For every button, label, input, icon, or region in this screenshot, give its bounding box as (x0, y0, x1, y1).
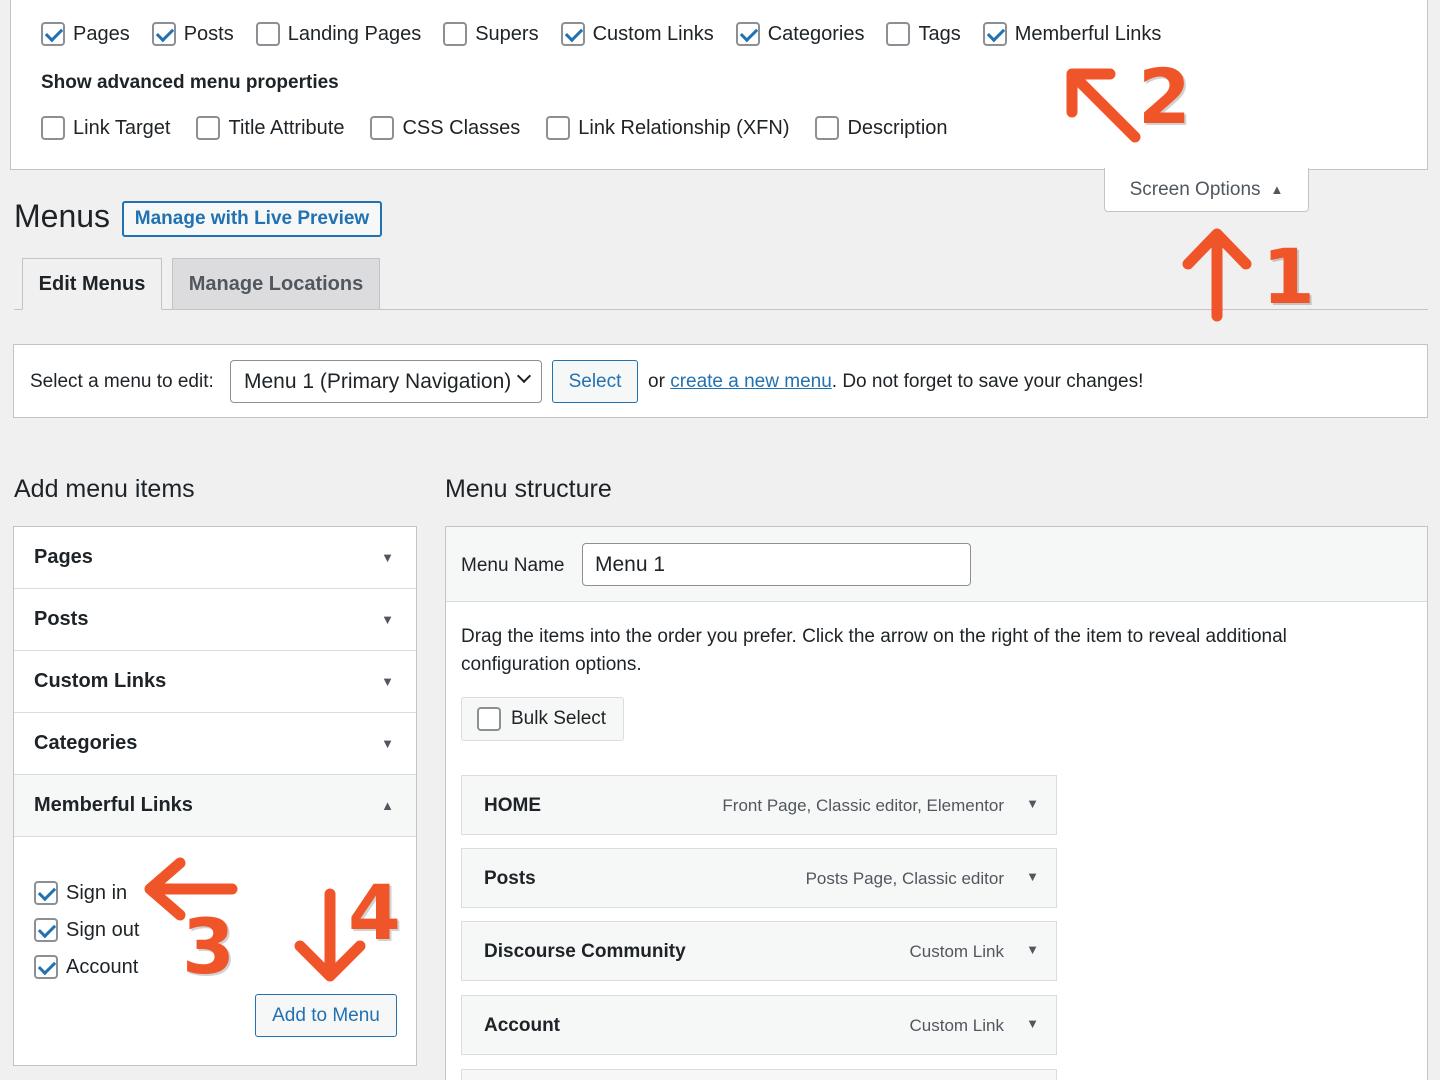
menu-structure-header: Menu Name Menu 1 (446, 527, 1427, 602)
memberful-link-account[interactable]: Account (34, 955, 138, 979)
manage-with-live-preview-button[interactable]: Manage with Live Preview (122, 201, 382, 237)
checkbox[interactable] (41, 116, 65, 140)
menu-item-home[interactable]: HOME Front Page, Classic editor, Element… (461, 775, 1057, 835)
checkbox[interactable] (41, 22, 65, 46)
bulk-select-button[interactable]: Bulk Select (461, 697, 624, 741)
caret-down-icon: ▼ (381, 612, 394, 627)
advanced-properties-heading: Show advanced menu properties (41, 72, 339, 93)
menu-structure-heading: Menu structure (445, 475, 612, 503)
annotation-number-4: 4 (348, 868, 401, 957)
caret-down-icon[interactable]: ▼ (1026, 1016, 1039, 1031)
caret-down-icon: ▼ (381, 674, 394, 689)
screen-option-landing-pages[interactable]: Landing Pages (255, 22, 421, 46)
select-note: or create a new menu. Do not forget to s… (648, 371, 1144, 392)
menu-name-input[interactable]: Menu 1 (582, 543, 971, 586)
advanced-properties-checkboxes: Link Target Title Attribute CSS Classes … (41, 116, 974, 140)
annotation-arrow-2 (1066, 68, 1141, 143)
checkbox[interactable] (477, 707, 501, 731)
checkbox[interactable] (815, 116, 840, 140)
chevron-down-icon (516, 368, 532, 384)
accordion-custom-links[interactable]: Custom Links ▼ (14, 651, 416, 713)
checkbox[interactable] (34, 918, 58, 942)
menu-item-discourse-community[interactable]: Discourse Community Custom Link ▼ (461, 921, 1057, 981)
tab-edit-menus[interactable]: Edit Menus (22, 258, 162, 310)
select-menu-bar: Select a menu to edit: Menu 1 (Primary N… (13, 344, 1428, 418)
caret-down-icon[interactable]: ▼ (1026, 869, 1039, 884)
checkbox[interactable] (546, 116, 571, 140)
checkbox[interactable] (735, 22, 760, 46)
menu-select-dropdown[interactable]: Menu 1 (Primary Navigation) (230, 360, 542, 403)
checkbox[interactable] (34, 881, 58, 905)
select-button[interactable]: Select (552, 360, 638, 403)
screen-option-posts[interactable]: Posts (151, 22, 234, 46)
screen-options-panel: Pages Posts Landing Pages Supers Custom … (10, 0, 1428, 170)
add-menu-items-heading: Add menu items (14, 475, 195, 503)
post-types-checkboxes: Pages Posts Landing Pages Supers Custom … (41, 22, 1183, 46)
caret-down-icon: ▼ (381, 736, 394, 751)
advanced-option-description[interactable]: Description (815, 116, 948, 140)
checkbox[interactable] (255, 22, 280, 46)
checkbox[interactable] (560, 22, 585, 46)
annotation-number-3: 3 (182, 902, 235, 991)
menu-item-account[interactable]: Account Custom Link ▼ (461, 995, 1057, 1055)
page-title: Menus (14, 198, 111, 234)
menu-item-posts[interactable]: Posts Posts Page, Classic editor ▼ (461, 848, 1057, 908)
menu-item-partial[interactable] (461, 1069, 1057, 1080)
checkbox[interactable] (370, 116, 395, 140)
annotation-number-1: 1 (1262, 232, 1315, 321)
screen-option-custom-links[interactable]: Custom Links (560, 22, 714, 46)
accordion-posts[interactable]: Posts ▼ (14, 589, 416, 651)
accordion-pages[interactable]: Pages ▼ (14, 527, 416, 589)
screen-option-memberful-links[interactable]: Memberful Links (982, 22, 1161, 46)
screen-option-tags[interactable]: Tags (886, 22, 961, 46)
checkbox[interactable] (443, 22, 468, 46)
create-new-menu-link[interactable]: create a new menu (670, 371, 832, 392)
checkbox[interactable] (886, 22, 911, 46)
caret-down-icon: ▼ (381, 550, 394, 565)
add-to-menu-button[interactable]: Add to Menu (255, 994, 397, 1037)
memberful-link-sign-out[interactable]: Sign out (34, 918, 139, 942)
screen-option-categories[interactable]: Categories (735, 22, 864, 46)
tab-manage-locations[interactable]: Manage Locations (172, 258, 380, 310)
annotation-number-2: 2 (1138, 52, 1191, 141)
advanced-option-xfn[interactable]: Link Relationship (XFN) (546, 116, 789, 140)
advanced-option-link-target[interactable]: Link Target (41, 116, 170, 140)
caret-down-icon[interactable]: ▼ (1026, 942, 1039, 957)
accordion-memberful-links[interactable]: Memberful Links ▲ (14, 775, 416, 837)
checkbox[interactable] (196, 116, 221, 140)
annotation-arrow-1 (1182, 228, 1252, 322)
checkbox[interactable] (151, 22, 176, 46)
memberful-link-sign-in[interactable]: Sign in (34, 881, 127, 905)
caret-up-icon: ▲ (1270, 182, 1284, 197)
select-menu-label: Select a menu to edit: (30, 371, 214, 392)
screen-option-pages[interactable]: Pages (41, 22, 130, 46)
accordion-categories[interactable]: Categories ▼ (14, 713, 416, 775)
advanced-option-title-attribute[interactable]: Title Attribute (196, 116, 344, 140)
menu-structure-panel: Menu Name Menu 1 Drag the items into the… (445, 526, 1428, 1080)
advanced-option-css-classes[interactable]: CSS Classes (370, 116, 520, 140)
screen-options-button[interactable]: Screen Options ▲ (1104, 168, 1309, 212)
caret-up-icon: ▲ (381, 798, 394, 813)
screen-option-supers[interactable]: Supers (443, 22, 539, 46)
drag-instructions: Drag the items into the order you prefer… (461, 626, 1287, 675)
caret-down-icon[interactable]: ▼ (1026, 796, 1039, 811)
checkbox[interactable] (34, 955, 58, 979)
checkbox[interactable] (982, 22, 1007, 46)
menu-name-label: Menu Name (461, 555, 565, 576)
